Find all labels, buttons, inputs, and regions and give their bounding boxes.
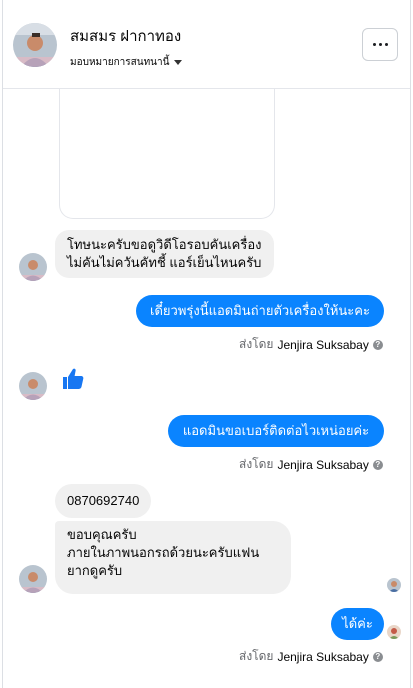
chat-panel: สมสมร ฝากาทอง มอบหมายการสนทนานี้ โทษนะคร… xyxy=(2,0,411,688)
sender-avatar xyxy=(19,565,47,593)
message-line: ภายในภาพนอกรถด้วยนะครับแฟน xyxy=(67,545,260,560)
outgoing-message: แอดมินขอเบอร์ติดต่อไวเหน่อยค่ะ xyxy=(168,415,384,447)
info-icon[interactable]: ? xyxy=(372,651,383,662)
incoming-message: โทษนะครับขอดูวิดีโอรอบคันเครื่อง ไม่คันไ… xyxy=(55,230,274,278)
message-line: ไม่คันไม่ควันคัทชี้ แอร์เย็นไหนครับ xyxy=(67,255,262,270)
info-icon[interactable]: ? xyxy=(372,459,383,470)
seen-avatar xyxy=(387,578,401,592)
dot-icon xyxy=(372,43,376,46)
sent-by-label: ส่งโดย Jenjira Suksabay ? xyxy=(239,455,383,474)
sender-avatar xyxy=(19,372,47,400)
caret-down-icon xyxy=(174,60,183,65)
conversation-header: สมสมร ฝากาทอง มอบหมายการสนทนานี้ xyxy=(3,0,410,89)
sent-by-prefix: ส่งโดย xyxy=(239,457,274,471)
sender-avatar xyxy=(19,253,47,281)
assign-label: มอบหมายการสนทนานี้ xyxy=(70,57,170,68)
message-line: ขอบคุณครับ xyxy=(67,527,137,542)
sent-by-prefix: ส่งโดย xyxy=(239,649,274,663)
sent-by-name: Jenjira Suksabay xyxy=(277,337,369,352)
thumbs-up-icon xyxy=(63,368,84,389)
sent-by-label: ส่งโดย Jenjira Suksabay ? xyxy=(239,647,383,666)
incoming-message: 0870692740 xyxy=(55,484,152,518)
contact-avatar[interactable] xyxy=(13,23,57,67)
seen-avatar xyxy=(387,625,401,639)
info-icon[interactable]: ? xyxy=(372,339,383,350)
sent-by-prefix: ส่งโดย xyxy=(239,337,274,351)
more-options-button[interactable] xyxy=(362,28,398,61)
contact-name[interactable]: สมสมร ฝากาทอง xyxy=(70,24,181,48)
sent-by-name: Jenjira Suksabay xyxy=(277,649,369,664)
assign-conversation-dropdown[interactable]: มอบหมายการสนทนานี้ xyxy=(70,55,183,70)
message-line: ยากดูครับ xyxy=(67,563,123,578)
outgoing-message: ได้ค่ะ xyxy=(331,608,384,640)
message-thread[interactable]: โทษนะครับขอดูวิดีโอรอบคันเครื่อง ไม่คันไ… xyxy=(3,89,410,688)
sent-by-name: Jenjira Suksabay xyxy=(277,457,369,472)
image-attachment[interactable] xyxy=(59,89,275,219)
incoming-message: ขอบคุณครับ ภายในภาพนอกรถด้วยนะครับแฟน ยา… xyxy=(55,521,291,594)
outgoing-message: เดี๋ยวพรุ่งนี้แอดมินถ่ายตัวเครื่องให้นะค… xyxy=(136,295,384,327)
message-line: โทษนะครับขอดูวิดีโอรอบคันเครื่อง xyxy=(67,237,262,252)
sent-by-label: ส่งโดย Jenjira Suksabay ? xyxy=(239,335,383,354)
dot-icon xyxy=(378,43,382,46)
dot-icon xyxy=(384,43,388,46)
